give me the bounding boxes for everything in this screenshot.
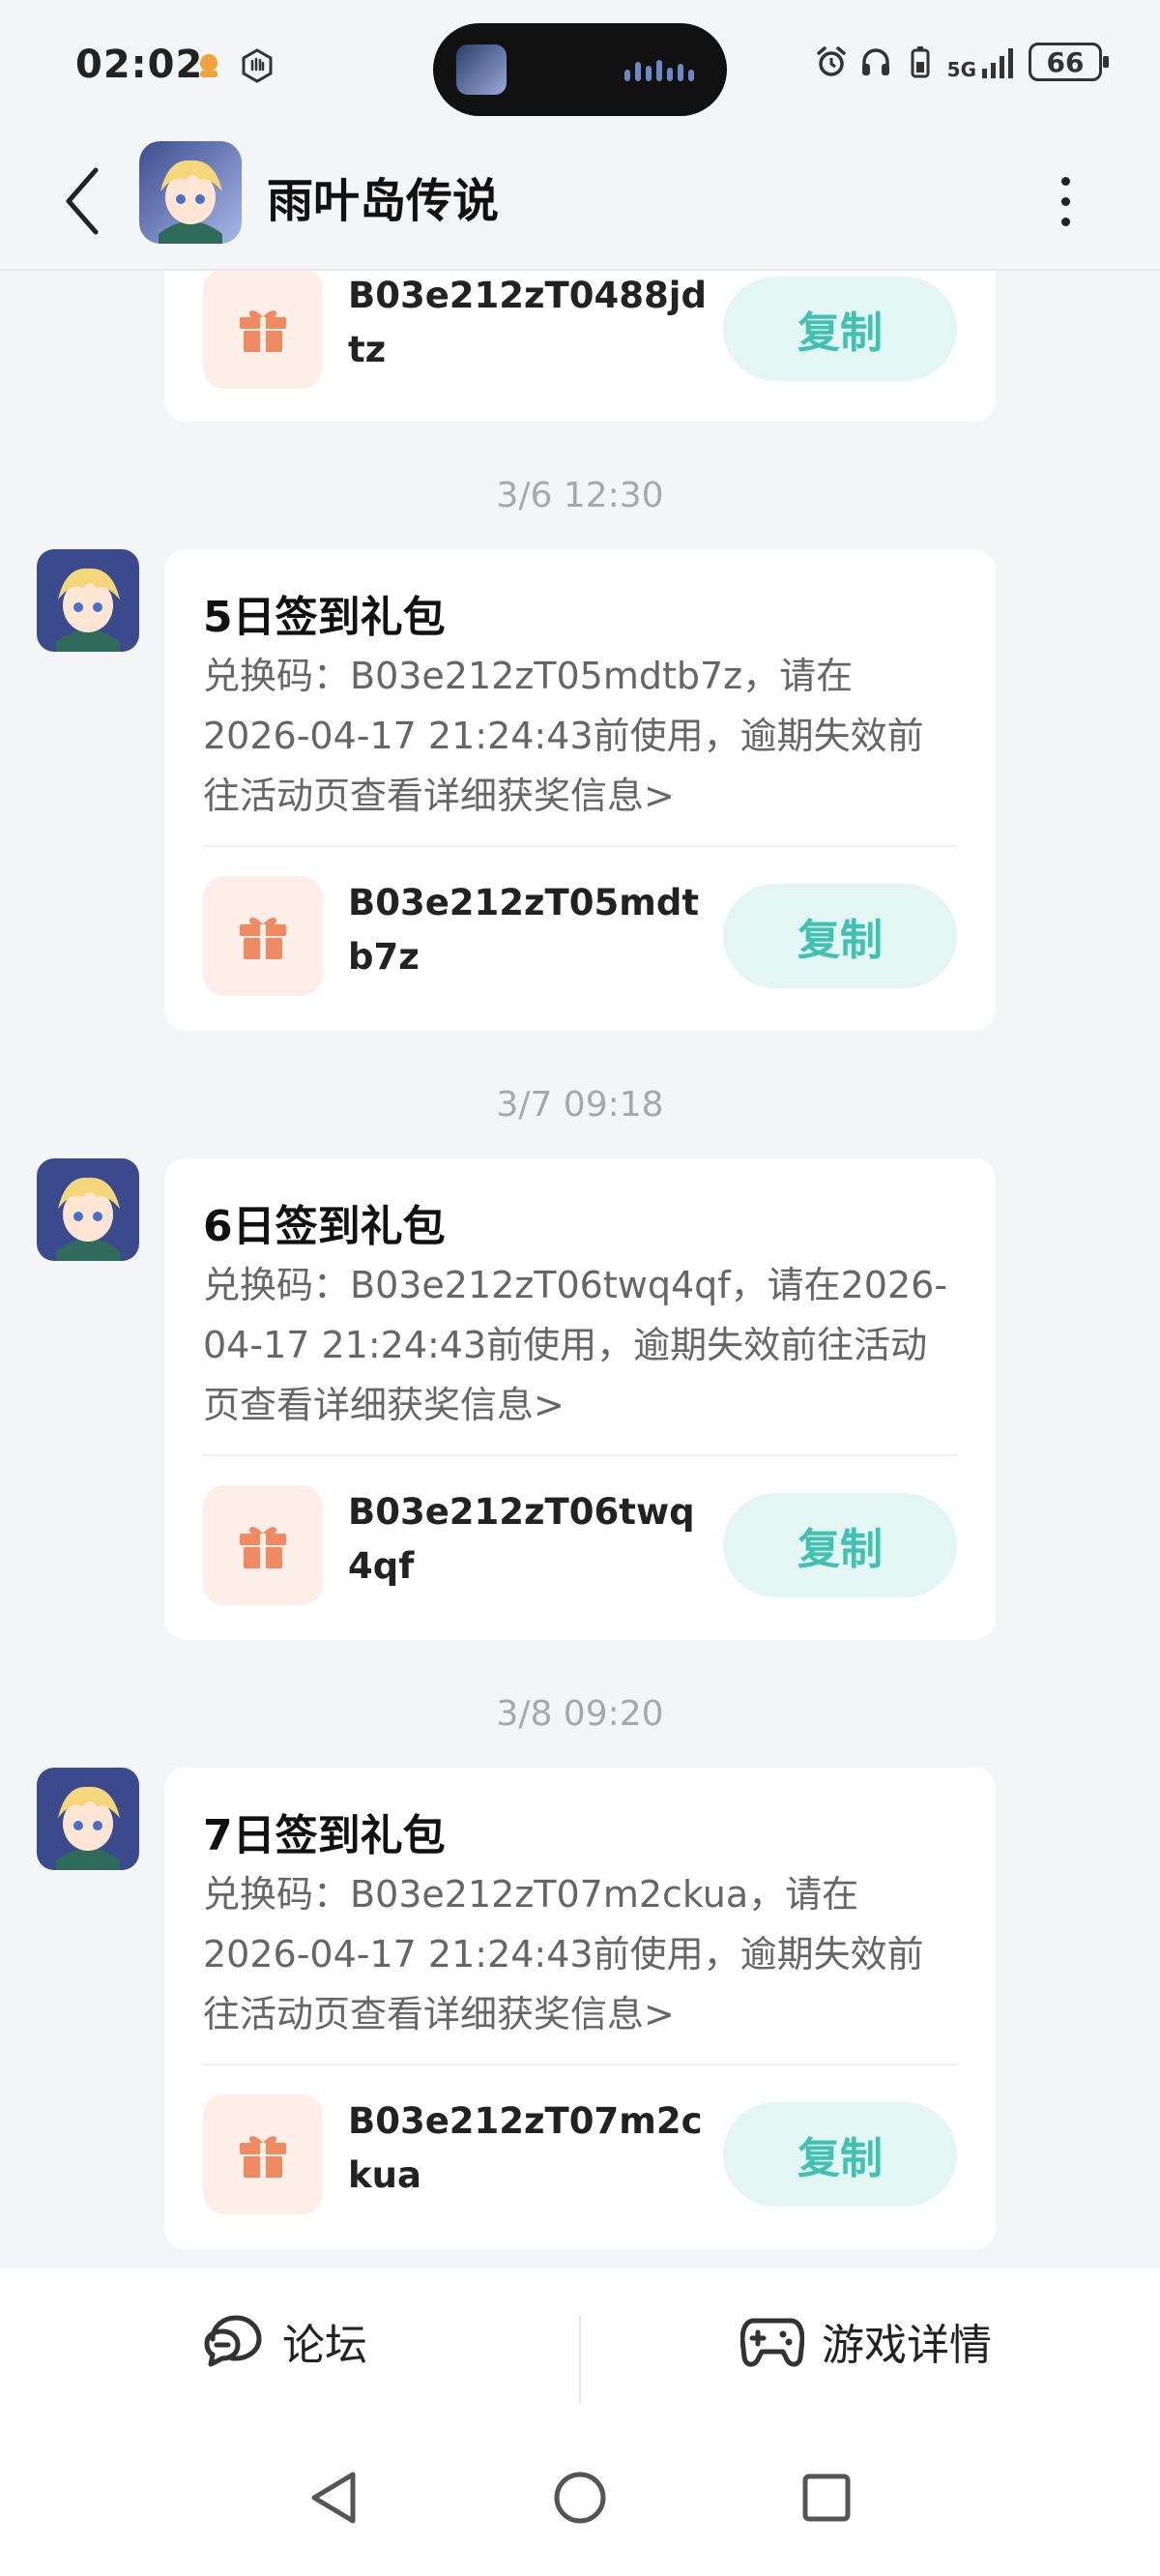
code-row: B03e212zT05mdtb7z 复制 (203, 876, 957, 1002)
redeem-code: B03e212zT07m2ckua (348, 2100, 703, 2196)
divider (203, 845, 957, 847)
signal-5g-icon: 5G (946, 45, 1019, 81)
card-title: 7日签到礼包 (203, 1811, 446, 1860)
divider (203, 1454, 957, 1456)
gift-message-card[interactable]: 7日签到礼包 兑换码：B03e212zT07m2ckua，请在2026-04-1… (164, 1768, 996, 2249)
copy-button[interactable]: 复制 (723, 884, 957, 988)
system-nav-bar (0, 2414, 1160, 2576)
network-label: 5G (946, 58, 976, 81)
message-timestamp: 3/6 12:30 (496, 476, 664, 515)
status-bar: 02:02 5G 66 (0, 0, 1160, 135)
sender-avatar[interactable] (37, 549, 139, 652)
message-timestamp: 3/8 09:20 (496, 1694, 664, 1734)
character-avatar-icon (37, 1768, 139, 1870)
more-menu-button[interactable] (1044, 162, 1087, 240)
nav-home-icon (554, 2472, 606, 2524)
divider (203, 2064, 957, 2065)
card-body[interactable]: 兑换码：B03e212zT06twq4qf，请在2026-04-17 21:24… (203, 1255, 957, 1435)
copy-button[interactable]: 复制 (723, 277, 957, 381)
redeem-code: B03e212zT0488jdtz (348, 275, 707, 370)
card-title: 6日签到礼包 (203, 1202, 446, 1251)
gift-icon (203, 876, 323, 996)
app-notification-icon (191, 48, 226, 83)
status-time: 02:02 (75, 43, 204, 87)
code-row: B03e212zT0488jdtz 复制 (203, 271, 957, 395)
alarm-icon (814, 44, 849, 79)
card-body[interactable]: 兑换码：B03e212zT07m2ckua，请在2026-04-17 21:24… (203, 1864, 957, 2044)
character-avatar-icon (139, 141, 242, 244)
gift-message-card[interactable]: 6日签到礼包 兑换码：B03e212zT06twq4qf，请在2026-04-1… (164, 1158, 996, 1640)
redeem-code: B03e212zT06twq4qf (348, 1491, 695, 1587)
forum-icon (204, 2315, 262, 2367)
game-details-tab[interactable]: 游戏详情 (740, 2269, 992, 2414)
nav-back-icon (311, 2472, 356, 2524)
nav-back-button[interactable] (300, 2464, 367, 2532)
gift-message-card: B03e212zT0488jdtz 复制 (164, 271, 996, 422)
gift-icon (203, 2094, 323, 2214)
forum-tab-label: 论坛 (282, 2321, 367, 2370)
tab-divider (579, 2315, 581, 2404)
bottom-action-bar: 论坛 游戏详情 (0, 2269, 1160, 2414)
copy-button[interactable]: 复制 (723, 2102, 957, 2207)
game-details-tab-label: 游戏详情 (822, 2321, 992, 2370)
media-thumbnail (456, 44, 507, 95)
message-timestamp: 3/7 09:18 (496, 1085, 664, 1125)
nav-home-button[interactable] (546, 2464, 614, 2532)
dynamic-island[interactable] (433, 23, 727, 116)
code-row: B03e212zT06twq4qf 复制 (203, 1485, 957, 1611)
nav-recents-button[interactable] (793, 2464, 860, 2532)
status-left-icons (191, 48, 275, 83)
game-avatar[interactable] (139, 141, 242, 244)
card-title: 5日签到礼包 (203, 593, 446, 642)
sender-avatar[interactable] (37, 1768, 139, 1870)
code-row: B03e212zT07m2ckua 复制 (203, 2094, 957, 2220)
gamepad-icon (740, 2318, 804, 2367)
more-dot (1060, 196, 1070, 206)
gift-icon (203, 271, 323, 389)
headphones-icon (858, 44, 893, 79)
gift-icon (203, 1485, 323, 1605)
more-dot (1060, 217, 1070, 226)
battery-saver-icon (903, 44, 938, 79)
redeem-code: B03e212zT05mdtb7z (348, 882, 700, 978)
back-button[interactable] (48, 162, 116, 240)
message-list[interactable]: B03e212zT0488jdtz 复制 3/6 12:30 5日签到礼包 兑换… (0, 271, 1160, 2269)
page-title: 雨叶岛传说 (267, 174, 500, 228)
gesture-hand-icon (240, 48, 275, 83)
copy-button[interactable]: 复制 (723, 1493, 957, 1597)
battery-level: 66 (1046, 45, 1085, 78)
audio-visualizer-icon (624, 60, 694, 81)
character-avatar-icon (37, 549, 139, 652)
more-vertical-icon (1060, 176, 1070, 186)
app-header: 雨叶岛传说 (0, 135, 1160, 271)
status-right-icons: 5G 66 (814, 43, 1109, 81)
forum-tab[interactable]: 论坛 (203, 2269, 367, 2414)
battery-indicator: 66 (1029, 43, 1109, 81)
nav-recents-icon (802, 2474, 851, 2522)
chevron-left-icon (66, 167, 99, 235)
sender-avatar[interactable] (37, 1158, 139, 1261)
card-body[interactable]: 兑换码：B03e212zT05mdtb7z，请在2026-04-17 21:24… (203, 646, 957, 826)
gift-message-card[interactable]: 5日签到礼包 兑换码：B03e212zT05mdtb7z，请在2026-04-1… (164, 549, 996, 1031)
character-avatar-icon (37, 1158, 139, 1261)
